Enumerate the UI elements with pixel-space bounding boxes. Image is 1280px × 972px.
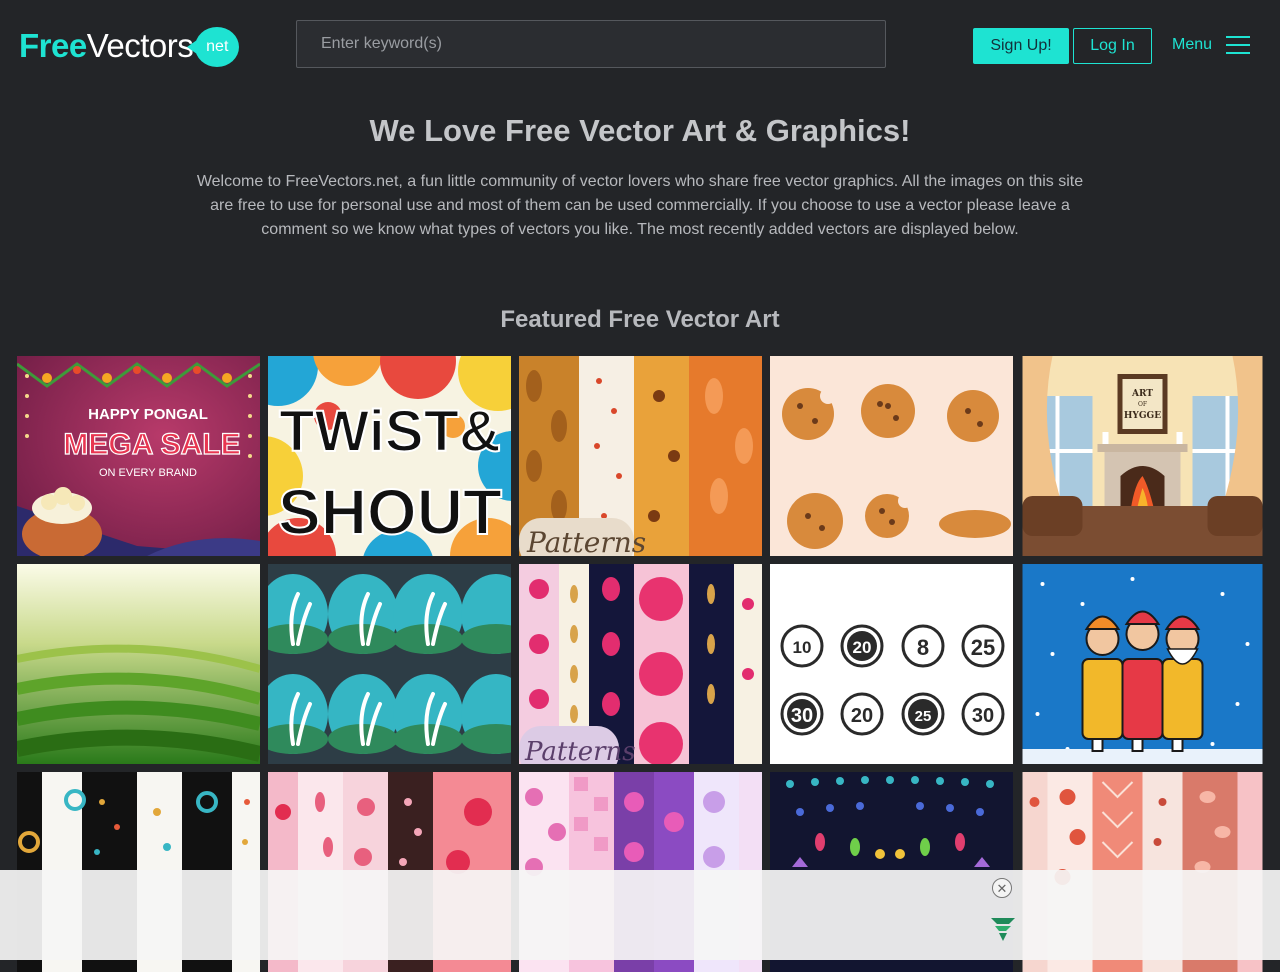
ad-banner	[0, 870, 1280, 960]
featured-tile-art-of-hygge[interactable]: ART OF HYGGE	[1021, 356, 1264, 556]
tile-text: 25	[915, 708, 932, 725]
tile-text: ART	[1131, 389, 1153, 399]
featured-tile-cookies[interactable]	[770, 356, 1013, 556]
anniversary-badges-thumbnail: 10 20 8 25 30 20 25 30	[770, 564, 1013, 764]
featured-grid: HAPPY PONGAL MEGA SALE ON EVERY BRAND TW…	[0, 0, 1280, 972]
featured-tile-pongal-sale[interactable]: HAPPY PONGAL MEGA SALE ON EVERY BRAND	[17, 356, 260, 556]
tile-text: 20	[853, 638, 872, 657]
featured-tile-green-landscape[interactable]	[17, 564, 260, 764]
twist-shout-thumbnail: TWiST& SHOUT	[268, 356, 511, 556]
pongal-sale-thumbnail: HAPPY PONGAL MEGA SALE ON EVERY BRAND	[17, 356, 260, 556]
cookies-thumbnail	[770, 356, 1013, 556]
featured-tile-grass-bubbles[interactable]	[268, 564, 511, 764]
tile-text: ON EVERY BRAND	[99, 467, 197, 479]
featured-tile-floral-patterns[interactable]: Patterns	[519, 564, 762, 764]
featured-tile-twist-shout[interactable]: TWiST& SHOUT	[268, 356, 511, 556]
tile-text: 30	[972, 705, 994, 727]
green-landscape-thumbnail	[17, 564, 260, 764]
tile-text: HYGGE	[1124, 411, 1161, 421]
tile-text: 20	[851, 705, 873, 727]
art-of-hygge-thumbnail: ART OF HYGGE	[1022, 356, 1263, 556]
featured-tile-winter-carolers[interactable]	[1021, 564, 1264, 764]
featured-tile-anniversary-badges[interactable]: 10 20 8 25 30 20 25 30	[770, 564, 1013, 764]
autumn-patterns-thumbnail: Patterns	[519, 356, 762, 556]
tile-text: Patterns	[524, 737, 636, 764]
tile-text: HAPPY PONGAL	[88, 406, 208, 423]
grass-bubbles-thumbnail	[268, 564, 511, 764]
tile-text: 30	[791, 705, 813, 727]
tile-text: OF	[1138, 401, 1147, 408]
tile-text: SHOUT	[278, 476, 502, 548]
featured-tile-autumn-patterns[interactable]: Patterns	[519, 356, 762, 556]
tile-text: MEGA SALE	[63, 428, 240, 461]
tile-text: Patterns	[526, 526, 646, 556]
tile-text: 8	[917, 635, 929, 660]
close-icon[interactable]: ✕	[992, 878, 1012, 898]
tile-text: TWiST&	[279, 399, 501, 464]
tile-text: 25	[971, 635, 995, 660]
freestar-logo-icon[interactable]	[989, 915, 1017, 943]
tile-text: 10	[793, 638, 812, 657]
winter-carolers-thumbnail	[1022, 564, 1263, 764]
floral-patterns-thumbnail: Patterns	[519, 564, 762, 764]
